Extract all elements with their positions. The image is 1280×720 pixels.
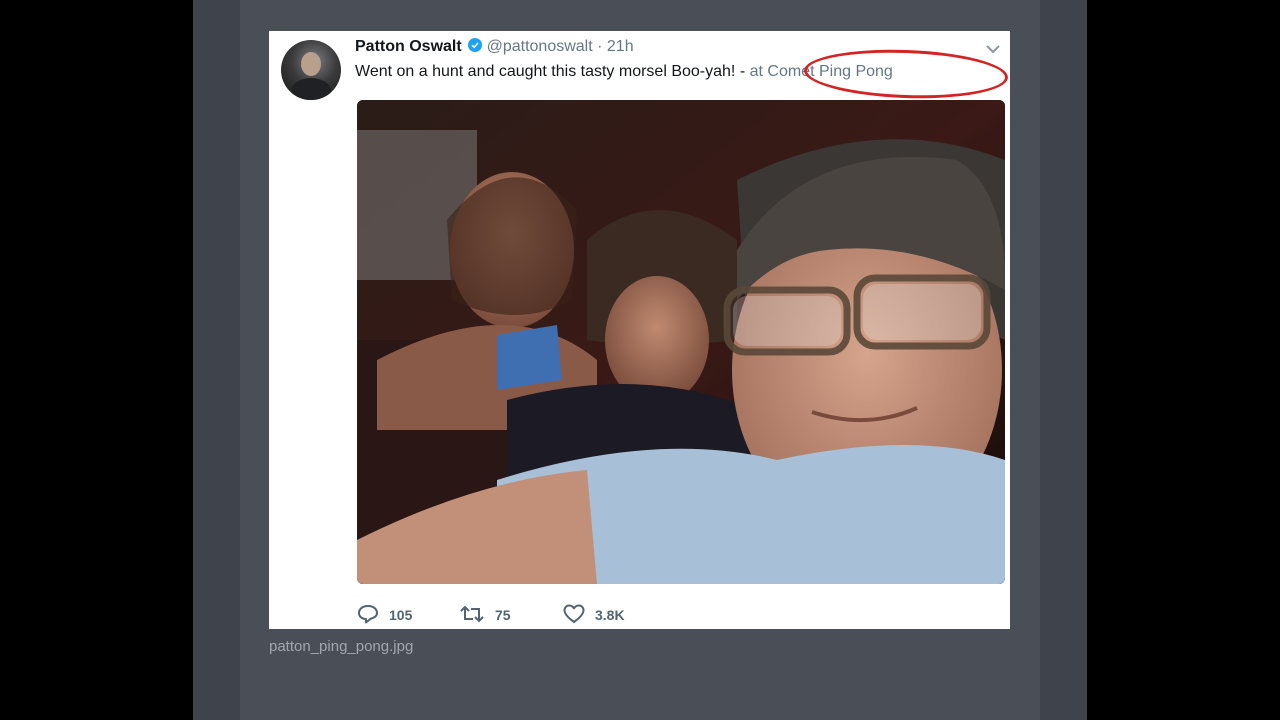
reply-count: 105 (389, 607, 413, 623)
image-filename-caption[interactable]: patton_ping_pong.jpg (269, 638, 413, 655)
verified-badge-icon (468, 38, 483, 52)
retweet-count: 75 (495, 607, 511, 623)
like-count: 3.8K (595, 607, 625, 623)
avatar-face (301, 52, 321, 76)
like-action[interactable]: 3.8K (563, 604, 625, 626)
profile-avatar[interactable] (281, 40, 341, 100)
user-handle[interactable]: @pattonoswalt (487, 38, 593, 55)
chevron-down-icon[interactable] (985, 42, 1001, 60)
retweet-action[interactable]: 75 (459, 604, 511, 626)
tweet-header: Patton Oswalt @pattonoswalt · 21h (355, 38, 634, 58)
display-name[interactable]: Patton Oswalt (355, 38, 462, 55)
reply-action[interactable]: 105 (357, 604, 412, 626)
tweet-text: Went on a hunt and caught this tasty mor… (355, 63, 736, 80)
location-dash: - (739, 63, 746, 80)
avatar-body (291, 78, 331, 100)
heart-icon[interactable] (563, 604, 595, 627)
separator-dot: · (597, 38, 603, 55)
retweet-icon[interactable] (459, 604, 495, 627)
reply-icon[interactable] (357, 604, 389, 627)
tweet-photo[interactable] (357, 100, 1005, 584)
tweet-timestamp[interactable]: 21h (607, 38, 634, 55)
